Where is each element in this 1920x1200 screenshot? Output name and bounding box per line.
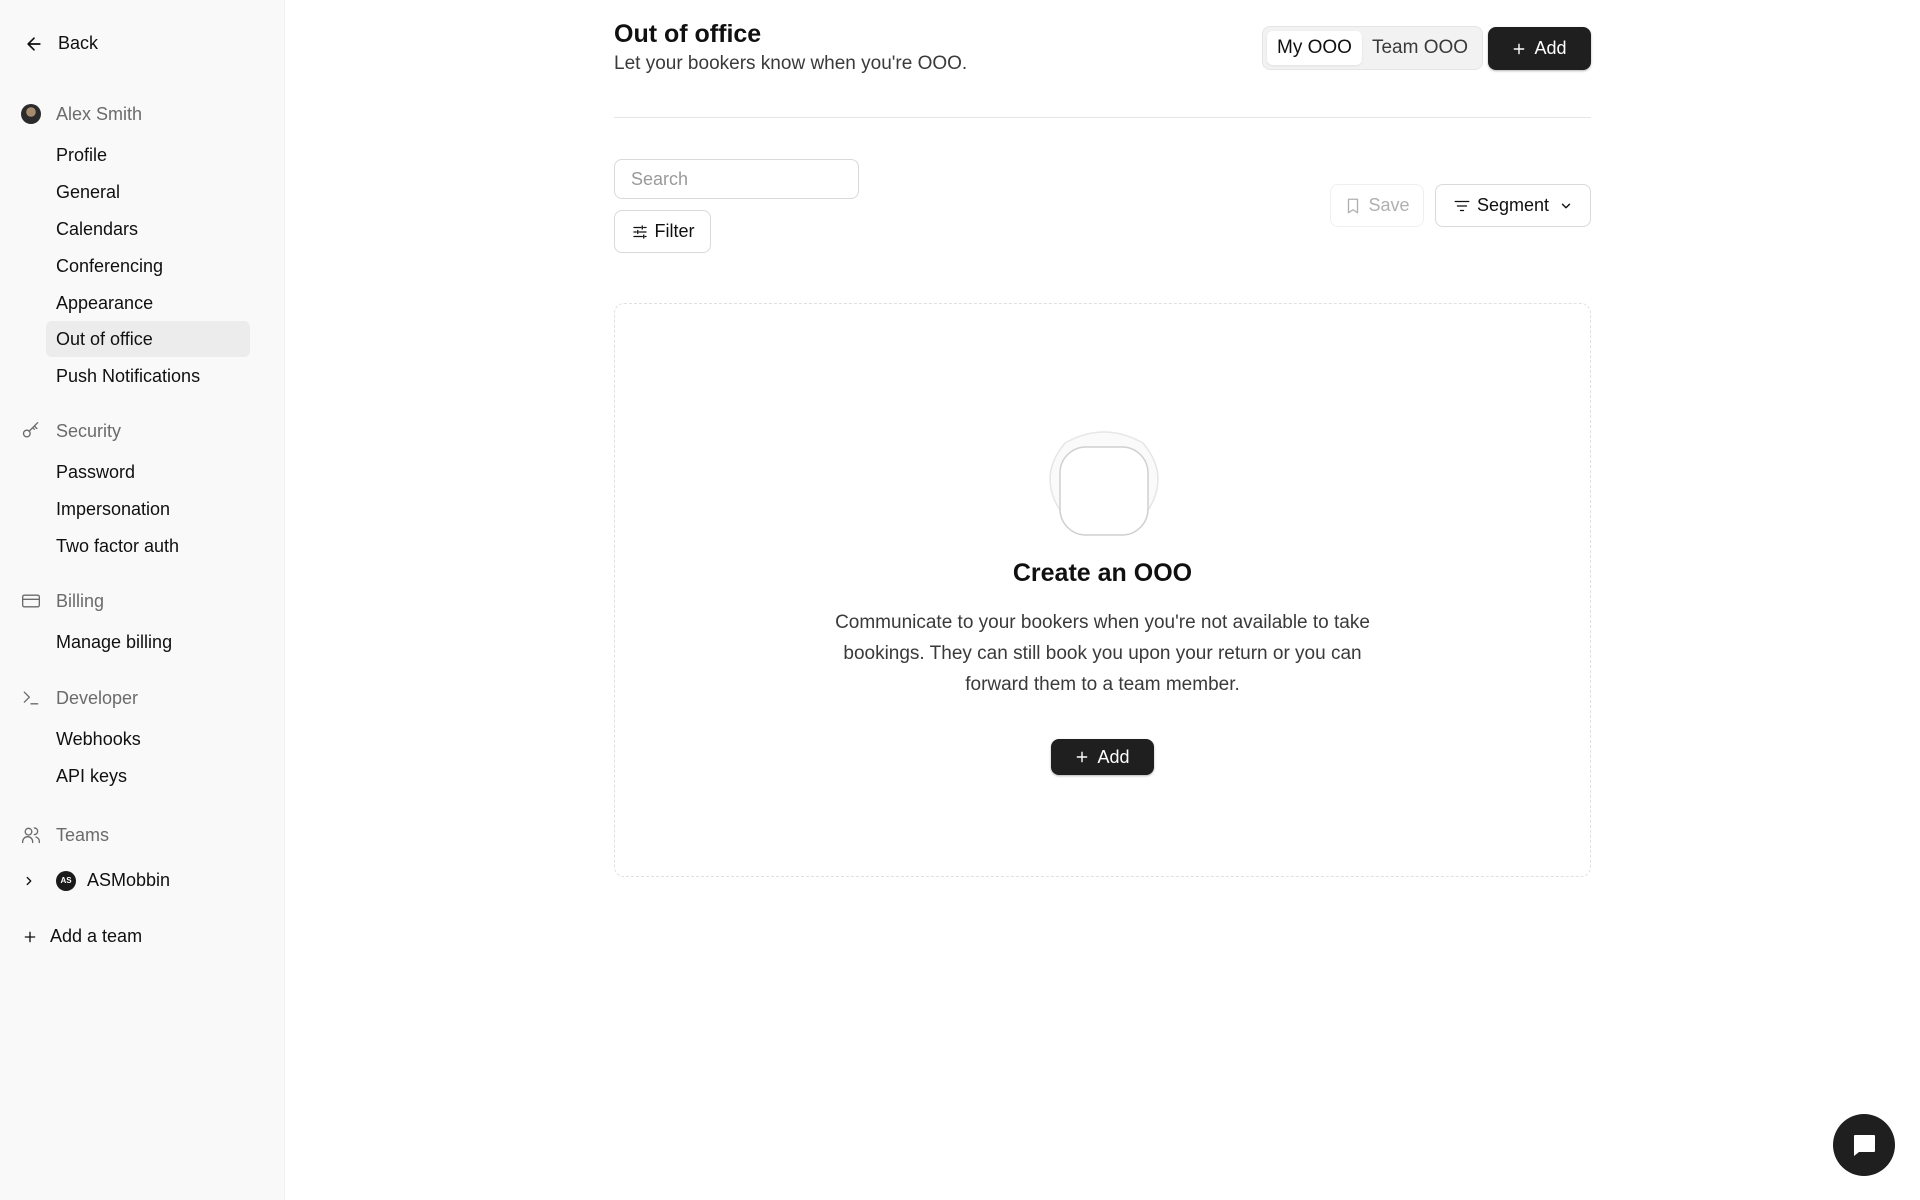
billing-section-header: Billing [20, 590, 104, 612]
chat-icon [1854, 1135, 1875, 1156]
billing-section-label: Billing [56, 590, 105, 611]
sidebar-item-two-factor-auth[interactable]: Two factor auth [46, 528, 250, 564]
teams-section-label: Teams [56, 824, 110, 845]
sidebar-item-api-keys[interactable]: API keys [46, 758, 250, 794]
user-avatar [21, 104, 41, 124]
plus-icon [1514, 43, 1525, 54]
filter-label: Filter [654, 221, 695, 241]
arrow-left-icon [27, 36, 41, 51]
header-divider [614, 117, 1591, 118]
add-ooo-label: Add [1534, 38, 1567, 58]
save-segment-button[interactable]: Save [1330, 184, 1424, 227]
sidebar-item-password[interactable]: Password [46, 454, 250, 490]
teams-section-header: Teams [20, 824, 109, 846]
chevron-right-icon[interactable] [22, 874, 36, 888]
empty-state: Create an OOO Communicate to your booker… [614, 303, 1591, 877]
team-item-asmobbin[interactable]: AS ASMobbin [22, 870, 170, 891]
empty-state-title: Create an OOO [1012, 559, 1193, 587]
security-section-label: Security [56, 420, 122, 441]
tab-my-ooo[interactable]: My OOO [1267, 31, 1362, 65]
tab-team-ooo[interactable]: Team OOO [1362, 31, 1478, 65]
segment-dropdown[interactable]: Segment [1435, 184, 1591, 227]
team-name: ASMobbin [87, 870, 171, 890]
user-section-header: Alex Smith [20, 103, 142, 125]
empty-state-add-button[interactable]: Add [1051, 739, 1154, 775]
bookmark-icon [1348, 198, 1359, 213]
sidebar-item-out-of-office[interactable]: Out of office [46, 321, 250, 357]
sidebar-item-conferencing[interactable]: Conferencing [46, 248, 250, 284]
sidebar-item-push-notifications[interactable]: Push Notifications [46, 358, 250, 394]
list-filter-icon [1454, 200, 1470, 211]
filter-button[interactable]: Filter [614, 210, 711, 253]
segment-label: Segment [1476, 195, 1550, 215]
chevron-down-icon [1561, 203, 1571, 208]
plus-icon [1077, 751, 1088, 763]
terminal-icon [20, 687, 42, 709]
page-title: Out of office [614, 20, 762, 48]
sidebar-item-calendars[interactable]: Calendars [46, 211, 250, 247]
back-button[interactable]: Back [24, 33, 98, 54]
add-team-label: Add a team [50, 926, 143, 946]
sidebar-item-impersonation[interactable]: Impersonation [46, 491, 250, 527]
credit-card-icon [20, 590, 42, 612]
team-avatar: AS [56, 870, 76, 891]
developer-section-header: Developer [20, 687, 138, 709]
empty-state-icon [1049, 431, 1159, 536]
save-label: Save [1368, 195, 1410, 215]
sliders-icon [632, 224, 647, 239]
sidebar-item-manage-billing[interactable]: Manage billing [46, 624, 250, 660]
plus-icon [24, 931, 36, 942]
ooo-scope-toggle: My OOO Team OOO [1262, 26, 1484, 70]
add-team-button[interactable]: Add a team [22, 926, 142, 947]
back-label: Back [58, 33, 99, 53]
chat-launcher-button[interactable] [1833, 1114, 1895, 1176]
security-section-header: Security [20, 420, 121, 442]
sidebar-item-general[interactable]: General [46, 174, 250, 210]
settings-sidebar: Back Alex Smith Profile General Calendar… [0, 0, 285, 1200]
users-icon [20, 824, 42, 846]
sidebar-item-profile[interactable]: Profile [46, 137, 250, 173]
search-input[interactable] [614, 159, 859, 199]
user-section-label: Alex Smith [56, 103, 143, 124]
page-subtitle: Let your bookers know when you're OOO. [614, 53, 968, 74]
empty-state-description: Communicate to your bookers when you're … [835, 612, 1370, 695]
sidebar-item-webhooks[interactable]: Webhooks [46, 721, 250, 757]
sidebar-item-appearance[interactable]: Appearance [46, 285, 250, 321]
add-ooo-button[interactable]: Add [1488, 27, 1591, 70]
empty-state-add-label: Add [1097, 746, 1130, 767]
developer-section-label: Developer [56, 687, 139, 708]
key-icon [20, 420, 42, 442]
